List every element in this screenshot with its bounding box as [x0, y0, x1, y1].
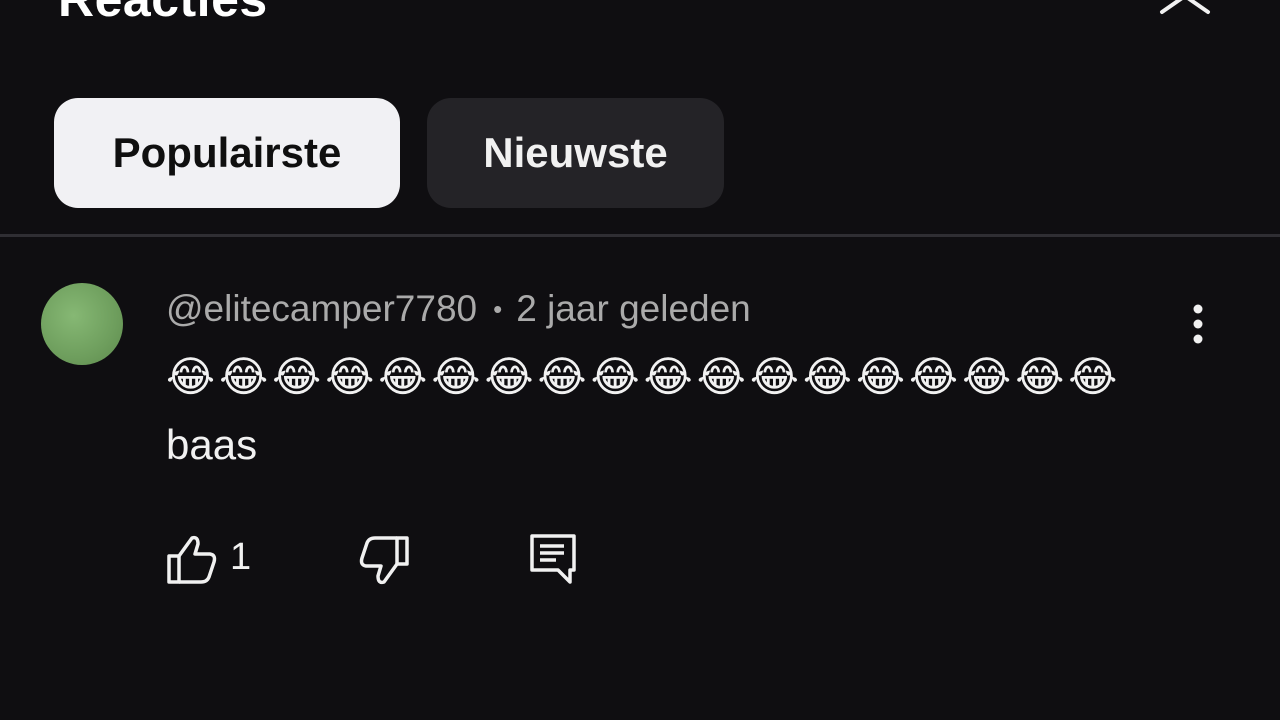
like-button[interactable]: [164, 532, 220, 586]
reply-button[interactable]: [526, 530, 580, 586]
reply-comment-icon: [530, 534, 576, 584]
divider: [0, 234, 1280, 237]
meta-separator: •: [493, 293, 503, 324]
comment-author[interactable]: @elitecamper7780: [166, 288, 477, 330]
comment-text: 😂😂😂😂😂😂😂😂😂😂😂😂😂😂😂😂😂😂 baas: [166, 343, 1156, 479]
comment-emoji: 😂😂😂😂😂😂😂😂😂😂😂😂😂😂😂😂😂😂: [166, 353, 1122, 400]
close-icon: [1160, 0, 1210, 14]
comment-word: baas: [166, 421, 258, 468]
thumbs-down-icon: [359, 536, 409, 585]
comment-time: 2 jaar geleden: [516, 288, 751, 329]
more-options-button[interactable]: [1178, 300, 1218, 350]
avatar[interactable]: [41, 283, 123, 365]
sort-chip-popular[interactable]: Populairste: [54, 98, 400, 208]
comments-sheet: Reacties Populairste Nieuwste @elitecamp…: [0, 0, 1280, 720]
dislike-button[interactable]: [356, 532, 412, 586]
sheet-title: Reacties: [58, 0, 268, 28]
comment-header: @elitecamper7780 • 2 jaar geleden: [166, 288, 751, 330]
close-button[interactable]: [1150, 0, 1220, 20]
like-count: 1: [230, 536, 252, 578]
thumbs-up-icon: [167, 535, 217, 584]
more-vertical-icon: [1193, 304, 1203, 344]
sort-chip-newest[interactable]: Nieuwste: [427, 98, 724, 208]
